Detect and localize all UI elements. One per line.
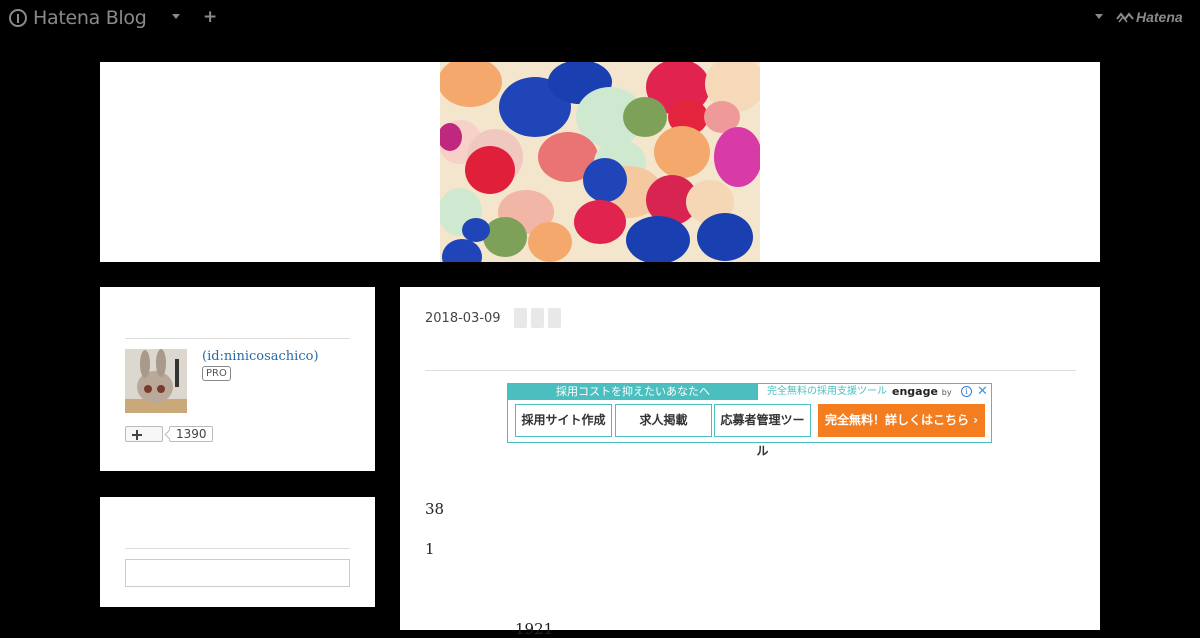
ad-brand-suffix: by <box>941 388 952 397</box>
ad-brand-logo: engage by <box>892 384 952 401</box>
search-input[interactable] <box>125 559 350 587</box>
hatena-blog-logo-icon <box>9 9 27 27</box>
ad-headline: 採用コストを抑えたいあなたへ <box>508 384 758 400</box>
close-icon[interactable]: ✕ <box>977 384 988 399</box>
hatena-brand-text: Hatena <box>1136 9 1183 25</box>
pro-badge: PRO <box>202 366 231 381</box>
ad-subline: 完全無料の採用支援ツール <box>767 386 887 397</box>
hatena-blog-logo-text: Hatena Blog <box>33 7 147 29</box>
hatena-logo-icon <box>1116 12 1134 23</box>
category-tag[interactable] <box>514 308 527 328</box>
category-tag[interactable] <box>531 308 544 328</box>
user-id-link[interactable]: (id:ninicosachico) <box>202 349 319 364</box>
entry-paragraph: 1921 <box>515 620 554 638</box>
entry-article: 2018-03-09 採用コストを抑えたいあなたへ 完全無料の採用支援ツール e… <box>400 287 1100 638</box>
header-image[interactable] <box>440 62 760 262</box>
entry-date[interactable]: 2018-03-09 <box>425 311 501 326</box>
chevron-down-icon[interactable] <box>172 14 180 19</box>
divider <box>125 548 350 549</box>
avatar[interactable] <box>125 349 187 413</box>
plus-icon[interactable]: + <box>203 7 217 27</box>
ad-button-applicant-management[interactable]: 応募者管理ツール <box>714 404 811 458</box>
info-icon[interactable]: i <box>961 386 972 397</box>
hatena-brand-link[interactable]: Hatena <box>1116 9 1183 25</box>
hatena-top-bar: Hatena Blog + Hatena <box>0 0 1200 38</box>
watercolor-dots-image <box>440 62 760 262</box>
ad-button-job-posting[interactable]: 求人掲載 <box>615 404 712 437</box>
ad-slant-decoration <box>743 384 757 400</box>
ad-header: 採用コストを抑えたいあなたへ 完全無料の採用支援ツール engage by i … <box>508 384 991 400</box>
follow-button[interactable] <box>125 426 163 442</box>
ad-button-recruit-site[interactable]: 採用サイト作成 <box>515 404 612 437</box>
divider <box>125 338 350 339</box>
follower-count[interactable]: 1390 <box>169 426 213 442</box>
ad-brand-text: engage <box>892 385 938 398</box>
sidebar-search-module <box>100 497 375 607</box>
divider <box>425 370 1076 371</box>
entry-paragraph: 1 <box>425 540 435 558</box>
entry-paragraph: 38 <box>425 500 445 518</box>
ad-cta-button[interactable]: 完全無料！詳しくはこちら › <box>818 404 985 437</box>
sidebar-profile-module: (id:ninicosachico) PRO 1390 <box>100 287 375 471</box>
hatena-blog-logo[interactable]: Hatena Blog <box>9 6 147 30</box>
category-tag[interactable] <box>548 308 561 328</box>
ad-banner[interactable]: 採用コストを抑えたいあなたへ 完全無料の採用支援ツール engage by i … <box>507 383 992 458</box>
avatar-image <box>125 349 187 413</box>
chevron-down-icon[interactable] <box>1095 14 1103 19</box>
blog-header <box>100 62 1100 262</box>
